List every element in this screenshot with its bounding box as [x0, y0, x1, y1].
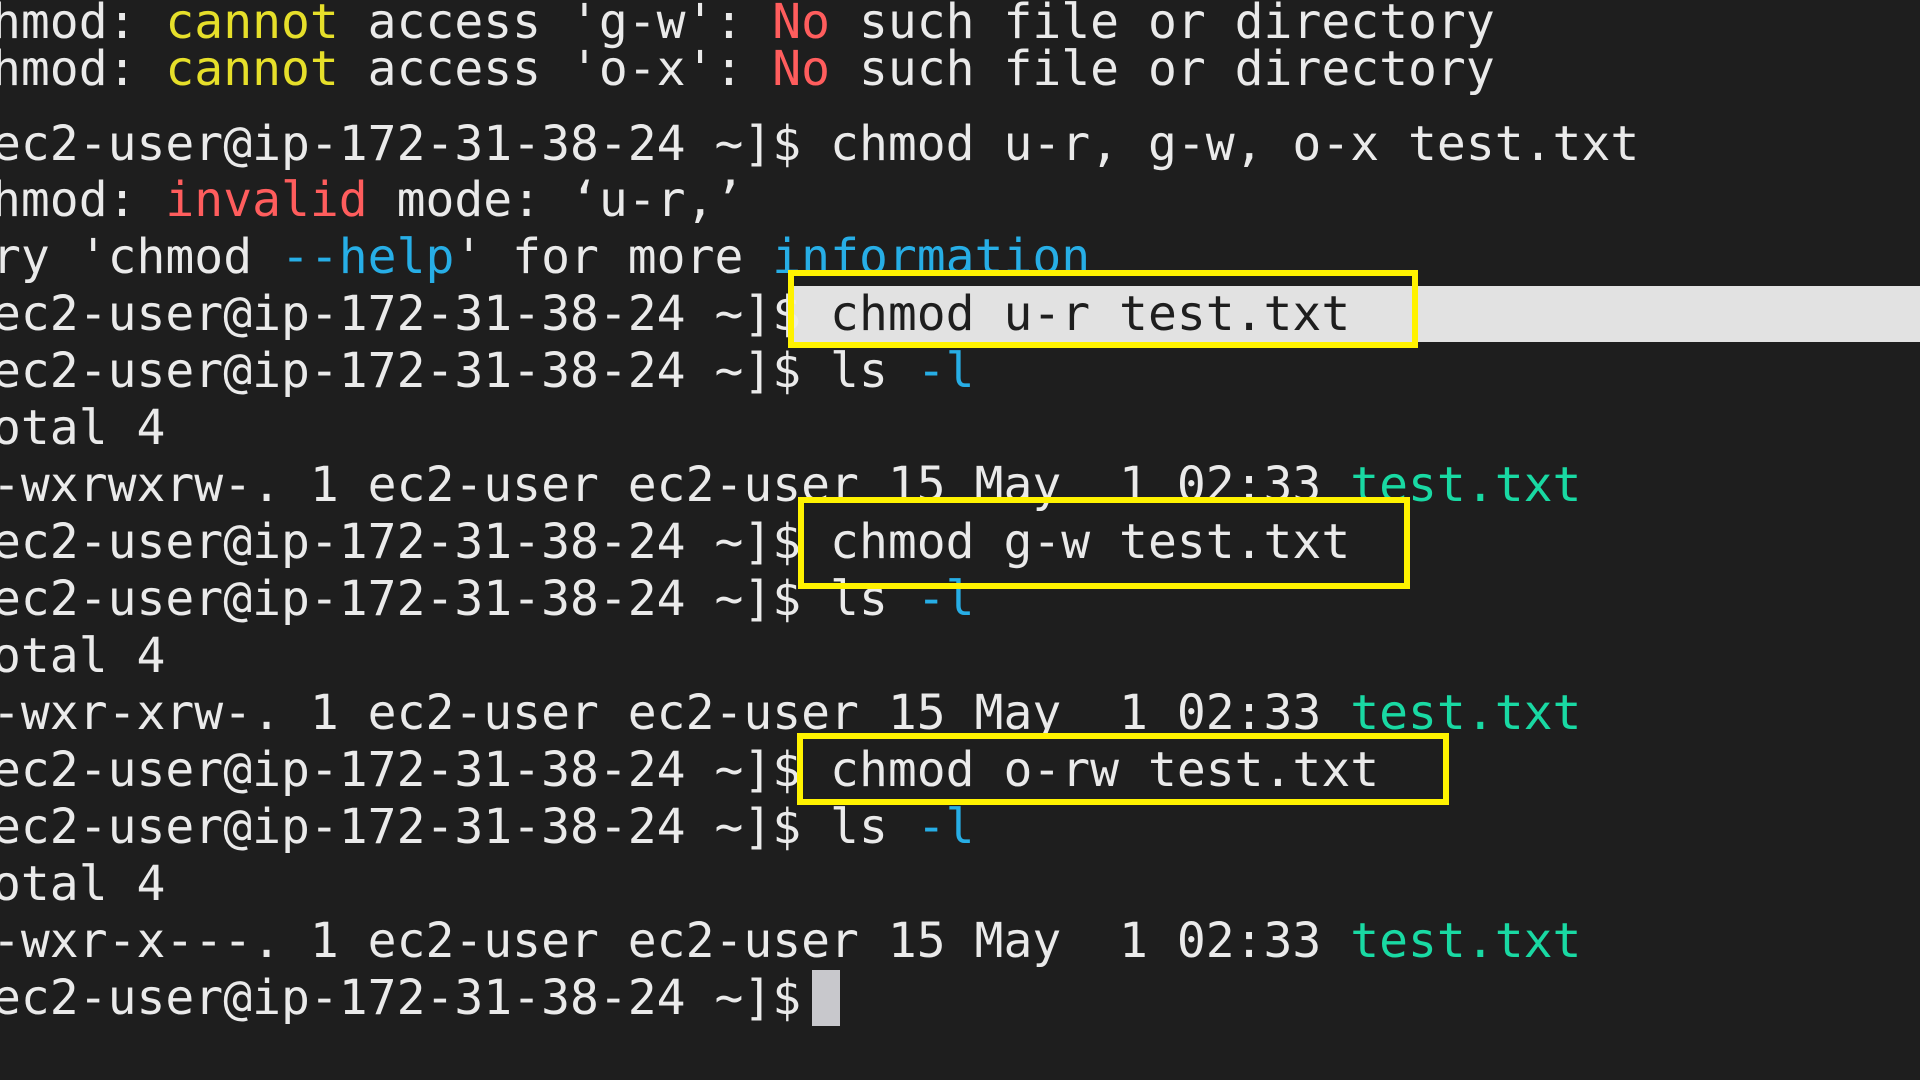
prompt: ec2-user@ip-172-31-38-24 ~]$ — [0, 970, 831, 1026]
warning-word: cannot — [165, 41, 339, 97]
error-prefix: hmod: — [0, 172, 166, 228]
prompt-command: ec2-user@ip-172-31-38-24 ~]$ ls — [0, 571, 917, 627]
command-line: ec2-user@ip-172-31-38-24 ~]$ ls -l — [0, 799, 975, 856]
prompt-command: ec2-user@ip-172-31-38-24 ~]$ chmod u-r, … — [0, 116, 1640, 172]
command-option: -l — [916, 343, 975, 399]
total-text: otal 4 — [0, 400, 166, 456]
text-cursor — [812, 970, 840, 1026]
help-option: --help — [280, 229, 455, 285]
prompt-command: ec2-user@ip-172-31-38-24 ~]$ ls — [0, 799, 917, 855]
file-listing-row: -wxr-x---. 1 ec2-user ec2-user 15 May 1 … — [0, 913, 1581, 970]
prompt-command: ec2-user@ip-172-31-38-24 ~]$ ls — [0, 343, 917, 399]
total-text: otal 4 — [0, 856, 166, 912]
error-word: invalid — [165, 172, 368, 228]
error-message: access 'o-x': — [338, 41, 773, 97]
annotation-box — [797, 733, 1449, 805]
output-line: otal 4 — [0, 400, 165, 457]
file-permissions-info: -wxr-x---. 1 ec2-user ec2-user 15 May 1 … — [0, 913, 1351, 969]
prompt-line[interactable]: ec2-user@ip-172-31-38-24 ~]$ — [0, 970, 830, 1027]
error-message: mode: ‘u-r,’ — [367, 172, 744, 228]
annotation-box — [788, 270, 1418, 348]
command-line: ec2-user@ip-172-31-38-24 ~]$ ls -l — [0, 343, 975, 400]
error-line: hmod: invalid mode: ‘u-r,’ — [0, 172, 743, 229]
command-line: ec2-user@ip-172-31-38-24 ~]$ chmod u-r, … — [0, 116, 1639, 173]
error-message: such file or directory — [830, 41, 1495, 97]
hint-text: ' for more — [454, 229, 773, 285]
file-name: test.txt — [1350, 913, 1582, 969]
error-prefix: hmod: — [0, 41, 166, 97]
terminal-window[interactable]: hmod: cannot access 'g-w': No such file … — [0, 0, 1920, 1080]
error-word: No — [772, 41, 831, 97]
output-line: otal 4 — [0, 628, 165, 685]
hint-text: ry 'chmod — [0, 229, 281, 285]
output-line: otal 4 — [0, 856, 165, 913]
error-line: hmod: cannot access 'o-x': No such file … — [0, 41, 1495, 98]
annotation-box — [798, 497, 1410, 589]
prompt: ec2-user@ip-172-31-38-24 ~]$ — [0, 286, 802, 342]
total-text: otal 4 — [0, 628, 166, 684]
command-option: -l — [916, 799, 975, 855]
